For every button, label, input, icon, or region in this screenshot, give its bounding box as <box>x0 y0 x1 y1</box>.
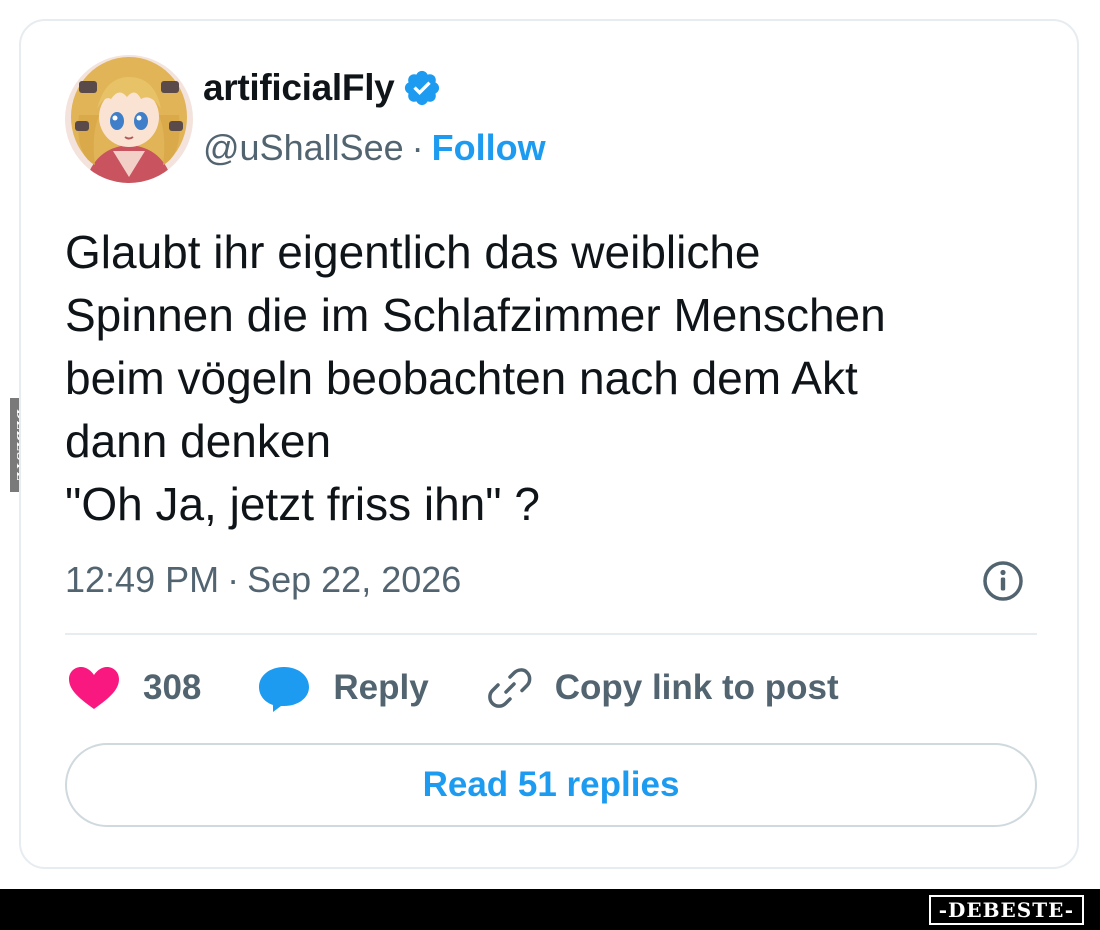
follow-button[interactable]: Follow <box>432 127 546 169</box>
tweet-text: Glaubt ihr eigentlich das weibliche Spin… <box>65 221 1045 536</box>
handle-separator: · <box>411 127 424 168</box>
link-icon <box>487 668 532 708</box>
tweet-text-line: beim vögeln beobachten nach dem Akt <box>65 352 858 404</box>
tweet-text-line: "Oh Ja, jetzt friss ihn" ? <box>65 478 540 530</box>
timestamp-separator: · <box>227 559 240 600</box>
author-display-name[interactable]: artificialFly <box>203 67 395 109</box>
author-handle-row: @uShallSee · Follow <box>203 127 546 169</box>
author-avatar[interactable] <box>65 55 193 183</box>
tweet-card: artificialFly @uShallSee · Follow Glaubt… <box>19 19 1079 869</box>
copy-link-button[interactable]: Copy link to post <box>483 663 839 713</box>
tweet-text-line: Spinnen die im Schlafzimmer Menschen <box>65 289 886 341</box>
author-handle[interactable]: @uShallSee <box>203 127 404 169</box>
read-replies-button[interactable]: Read 51 replies <box>65 743 1037 827</box>
reply-bubble-icon <box>259 667 310 712</box>
like-count: 308 <box>143 668 202 707</box>
reply-button[interactable]: Reply <box>255 663 429 713</box>
heart-icon <box>69 667 119 709</box>
tweet-text-line: Glaubt ihr eigentlich das weibliche <box>65 226 761 278</box>
anime-avatar-icon <box>65 55 193 183</box>
tweet-text-line: dann denken <box>65 415 332 467</box>
footer-watermark: -DEBESTE- <box>928 895 1084 925</box>
verified-badge-icon <box>402 68 442 108</box>
divider <box>65 633 1037 635</box>
timestamp-date: Sep 22, 2026 <box>247 559 462 600</box>
reply-label: Reply <box>333 668 429 707</box>
tweet-actions: 308 Reply Copy link to post <box>65 663 893 713</box>
read-replies-label: Read 51 replies <box>422 765 680 804</box>
copy-link-label: Copy link to post <box>554 668 839 707</box>
tweet-timestamp[interactable]: 12:49 PM · Sep 22, 2026 <box>65 559 461 601</box>
timestamp-time: 12:49 PM <box>65 559 220 600</box>
author-name-row: artificialFly <box>203 67 442 109</box>
info-icon[interactable] <box>981 559 1025 603</box>
page: DEBESTE <box>0 0 1100 930</box>
like-button[interactable]: 308 <box>65 663 201 713</box>
footer-bar: -DEBESTE- <box>0 889 1100 930</box>
